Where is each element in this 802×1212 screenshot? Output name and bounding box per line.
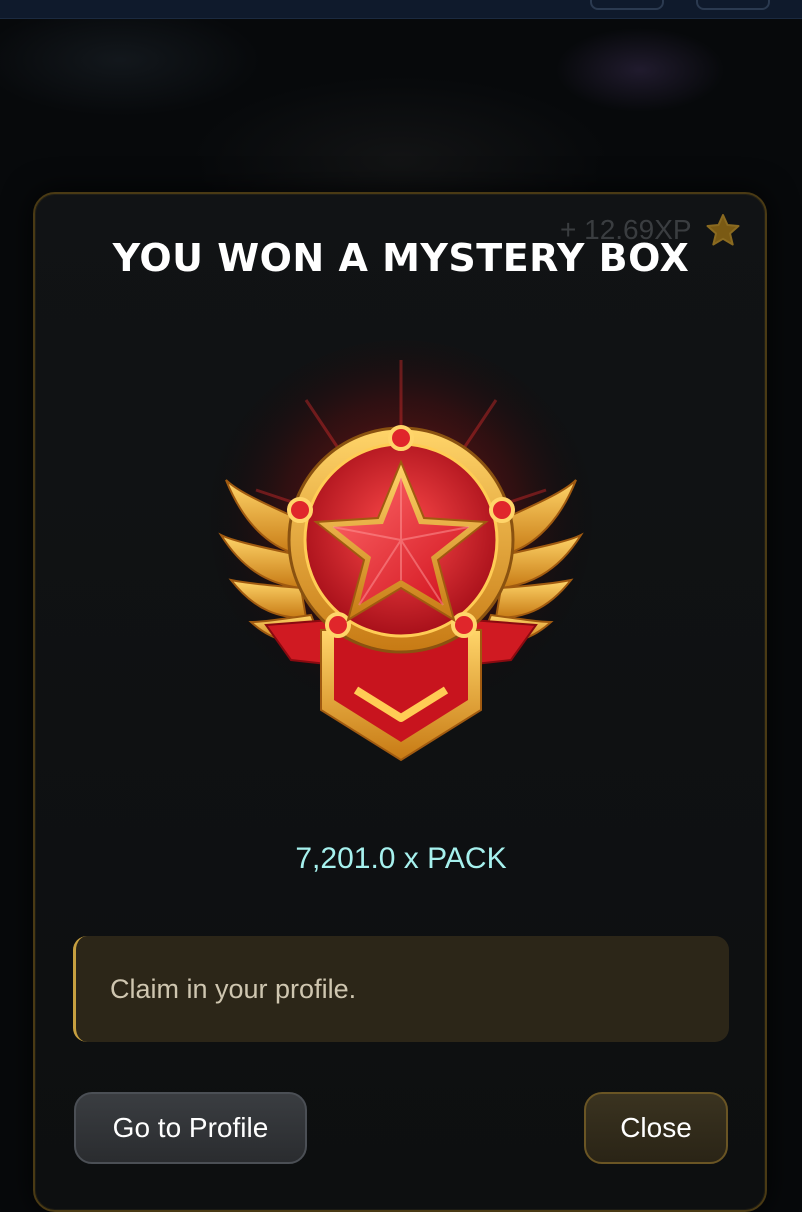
top-bar — [0, 0, 802, 19]
winged-star-medal-icon — [196, 340, 606, 780]
go-to-profile-button[interactable]: Go to Profile — [74, 1092, 307, 1164]
reward-amount: 7,201.0 x PACK — [295, 842, 507, 875]
top-bar-button[interactable] — [696, 0, 770, 10]
modal-title: YOU WON A MYSTERY BOX — [112, 236, 690, 280]
claim-notice: Claim in your profile. — [73, 936, 729, 1042]
top-bar-button[interactable] — [590, 0, 664, 10]
close-button[interactable]: Close — [584, 1092, 728, 1164]
claim-notice-text: Claim in your profile. — [110, 973, 357, 1004]
